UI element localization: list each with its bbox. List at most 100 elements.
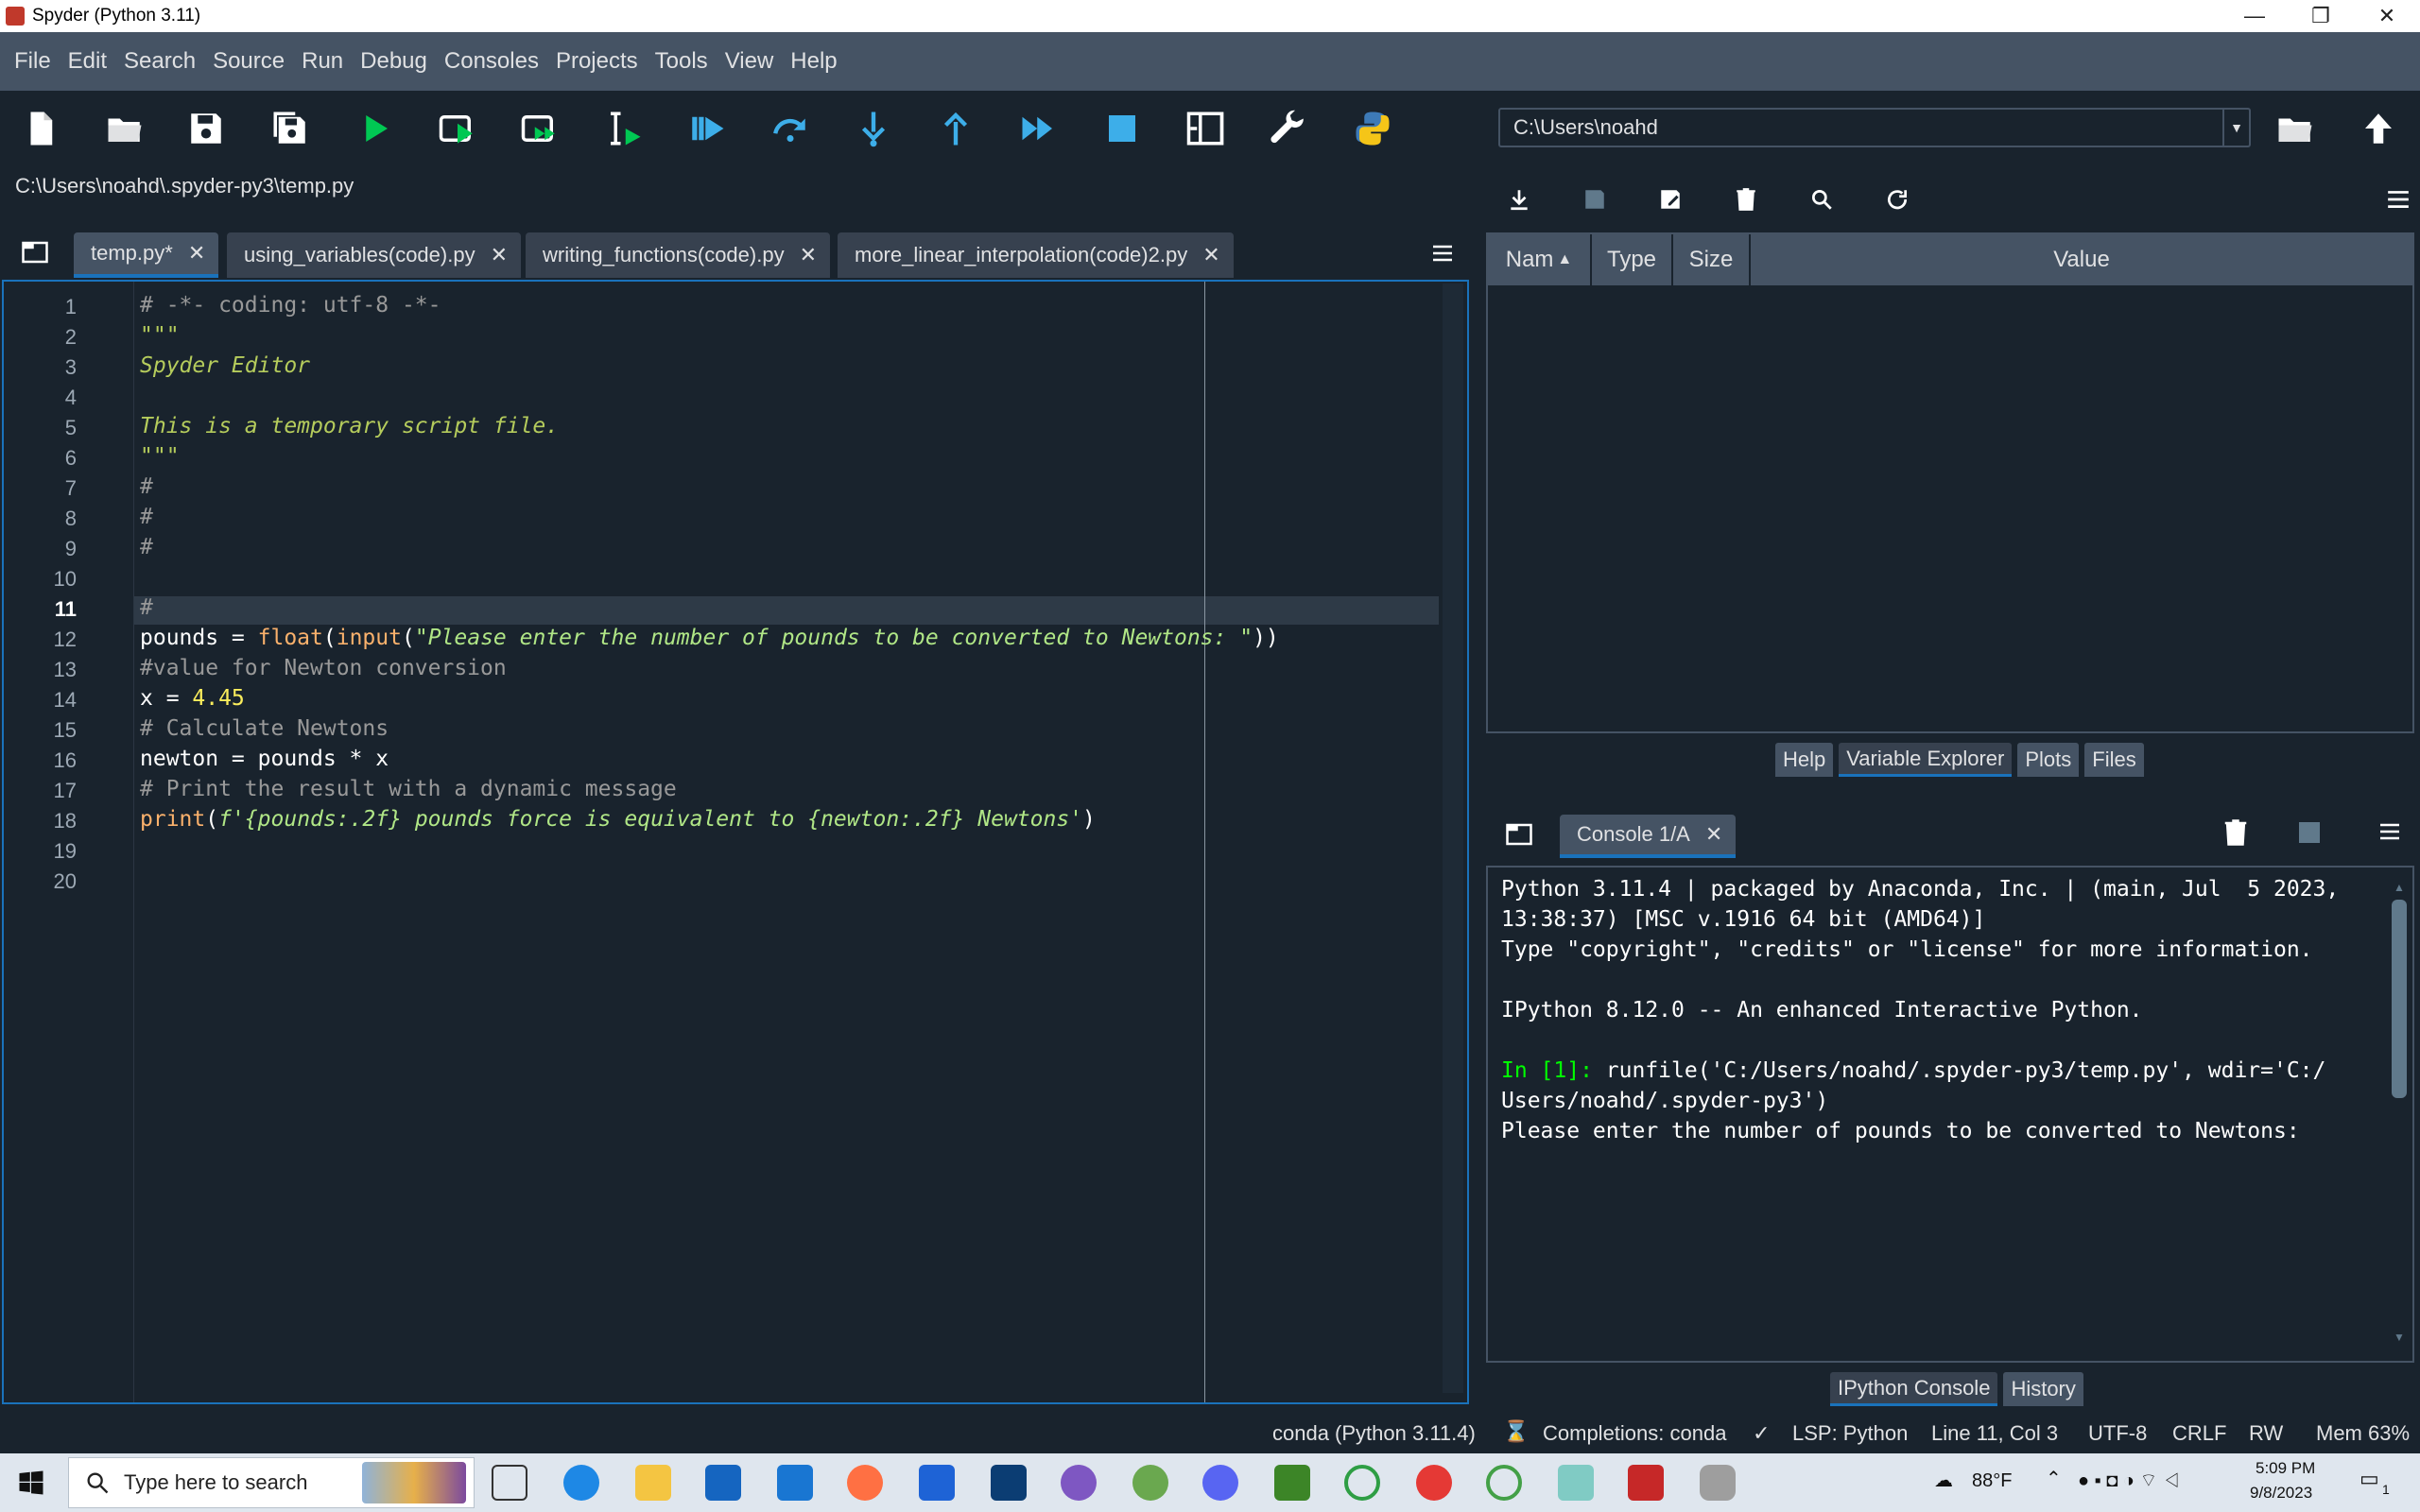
weather-icon[interactable]: ☁: [1934, 1469, 1953, 1492]
column-header-value[interactable]: Value: [1751, 234, 2412, 285]
maximize-pane-icon[interactable]: [1181, 104, 1230, 153]
discord-icon[interactable]: [1202, 1465, 1238, 1501]
menu-search[interactable]: Search: [115, 48, 204, 75]
browse-tabs-icon[interactable]: [21, 238, 49, 266]
dropbox-icon[interactable]: [919, 1465, 955, 1501]
tab-more-linear-interpolation[interactable]: more_linear_interpolation(code)2.py ✕: [838, 232, 1234, 278]
file-explorer-icon[interactable]: [635, 1465, 671, 1501]
spyder-taskbar-icon[interactable]: [1628, 1465, 1664, 1501]
code-editor[interactable]: 1 2 3 4 5 6 7 8 9 10 11 12 13 14 15 16 1…: [2, 280, 1469, 1404]
tab-using-variables[interactable]: using_variables(code).py ✕: [227, 232, 522, 278]
debug-file-icon[interactable]: [683, 104, 732, 153]
menu-projects[interactable]: Projects: [547, 48, 647, 75]
task-view-icon[interactable]: [492, 1465, 527, 1501]
run-cell-advance-icon[interactable]: [515, 104, 564, 153]
menu-view[interactable]: View: [717, 48, 783, 75]
run-cell-icon[interactable]: [433, 104, 482, 153]
interrupt-kernel-icon[interactable]: [2299, 822, 2320, 843]
mail-icon[interactable]: [777, 1465, 813, 1501]
column-header-size[interactable]: Size: [1673, 234, 1751, 285]
taskbar-search-box[interactable]: Type here to search: [68, 1457, 475, 1508]
import-data-icon[interactable]: [1503, 183, 1535, 215]
minecraft-icon[interactable]: [1274, 1465, 1310, 1501]
close-tab-icon[interactable]: ✕: [1705, 822, 1722, 847]
close-tab-icon[interactable]: ✕: [491, 243, 508, 267]
app-ring-icon[interactable]: [1486, 1465, 1522, 1501]
step-over-icon[interactable]: [766, 104, 815, 153]
scrollbar-thumb[interactable]: [2392, 900, 2407, 1098]
close-tab-icon[interactable]: ✕: [1202, 243, 1219, 267]
tab-help[interactable]: Help: [1775, 743, 1834, 777]
console-scrollbar[interactable]: ▲ ▼: [2390, 881, 2409, 1344]
close-window-button[interactable]: ✕: [2354, 0, 2420, 32]
save-all-icon[interactable]: [266, 104, 315, 153]
editor-scrollbar[interactable]: [1443, 284, 1463, 1394]
app-icon[interactable]: [1558, 1465, 1594, 1501]
app-icon[interactable]: [991, 1465, 1027, 1501]
menu-help[interactable]: Help: [782, 48, 845, 75]
tab-console-1a[interactable]: Console 1/A ✕: [1560, 815, 1737, 858]
search-icon[interactable]: [1806, 183, 1838, 215]
browse-consoles-icon[interactable]: [1505, 820, 1533, 849]
run-file-icon[interactable]: [350, 104, 399, 153]
close-tab-icon[interactable]: ✕: [188, 241, 205, 266]
status-completions[interactable]: Completions: conda: [1543, 1421, 1726, 1446]
preferences-wrench-icon[interactable]: [1264, 104, 1313, 153]
variable-explorer-table[interactable]: Nam ▲ Type Size Value: [1486, 232, 2414, 733]
tab-files[interactable]: Files: [2084, 743, 2144, 777]
menu-tools[interactable]: Tools: [647, 48, 717, 75]
save-data-as-icon[interactable]: [1654, 183, 1686, 215]
new-file-icon[interactable]: [16, 104, 65, 153]
chevron-up-icon[interactable]: ⌃: [2046, 1467, 2062, 1490]
stop-debug-icon[interactable]: [1098, 104, 1147, 153]
open-file-icon[interactable]: [100, 104, 149, 153]
editor-options-menu-icon[interactable]: [1429, 242, 1456, 265]
step-return-icon[interactable]: [931, 104, 980, 153]
menu-debug[interactable]: Debug: [352, 48, 436, 75]
column-header-name[interactable]: Nam ▲: [1488, 234, 1592, 285]
tab-ipython-console[interactable]: IPython Console: [1830, 1372, 1998, 1406]
browse-directory-icon[interactable]: [2271, 104, 2320, 153]
tray-icons[interactable]: ● ▪ ◘ ◑ ⌔ ◁: [2078, 1469, 2181, 1492]
menu-file[interactable]: File: [6, 48, 60, 75]
refresh-icon[interactable]: [1881, 183, 1913, 215]
tab-plots[interactable]: Plots: [2017, 743, 2080, 777]
console-options-menu-icon[interactable]: [2377, 820, 2403, 843]
minimize-button[interactable]: —: [2221, 0, 2288, 32]
copilot-icon[interactable]: [1061, 1465, 1097, 1501]
windows-start-icon[interactable]: [17, 1469, 45, 1497]
maximize-button[interactable]: ❐: [2288, 0, 2354, 32]
run-selection-icon[interactable]: [599, 104, 648, 153]
tab-writing-functions[interactable]: writing_functions(code).py ✕: [526, 232, 831, 278]
pane-options-menu-icon[interactable]: [2382, 183, 2414, 215]
clock-time[interactable]: 5:09 PM: [2256, 1459, 2315, 1478]
chevron-down-icon[interactable]: ▼: [2222, 110, 2249, 146]
tab-variable-explorer[interactable]: Variable Explorer: [1839, 743, 2013, 777]
app-ring-icon[interactable]: [1344, 1465, 1380, 1501]
weather-temperature[interactable]: 88°F: [1972, 1470, 2012, 1492]
tab-history[interactable]: History: [2003, 1372, 2083, 1406]
status-environment[interactable]: conda (Python 3.11.4): [1272, 1421, 1476, 1446]
tab-temp-py[interactable]: temp.py* ✕: [74, 232, 219, 278]
status-lsp[interactable]: LSP: Python: [1792, 1421, 1908, 1446]
firefox-icon[interactable]: [847, 1465, 883, 1501]
scroll-up-icon[interactable]: ▲: [2394, 881, 2405, 894]
microsoft-store-icon[interactable]: [705, 1465, 741, 1501]
clock-date[interactable]: 9/8/2023: [2250, 1484, 2312, 1503]
step-into-icon[interactable]: [849, 104, 898, 153]
menu-source[interactable]: Source: [204, 48, 293, 75]
menu-consoles[interactable]: Consoles: [436, 48, 547, 75]
scroll-down-icon[interactable]: ▼: [2394, 1331, 2405, 1344]
ipython-console[interactable]: Python 3.11.4 | packaged by Anaconda, In…: [1486, 866, 2414, 1363]
microphone-icon[interactable]: [1700, 1465, 1736, 1501]
edge-browser-icon[interactable]: [563, 1465, 599, 1501]
save-file-icon[interactable]: [182, 104, 231, 153]
menu-edit[interactable]: Edit: [60, 48, 115, 75]
save-data-icon[interactable]: [1579, 183, 1611, 215]
column-header-type[interactable]: Type: [1592, 234, 1673, 285]
chrome-icon[interactable]: [1416, 1465, 1452, 1501]
parent-directory-icon[interactable]: [2354, 104, 2403, 153]
working-directory-combobox[interactable]: C:\Users\noahd ▼: [1498, 108, 2251, 147]
app-w-icon[interactable]: [1132, 1465, 1168, 1501]
continue-icon[interactable]: [1014, 104, 1063, 153]
